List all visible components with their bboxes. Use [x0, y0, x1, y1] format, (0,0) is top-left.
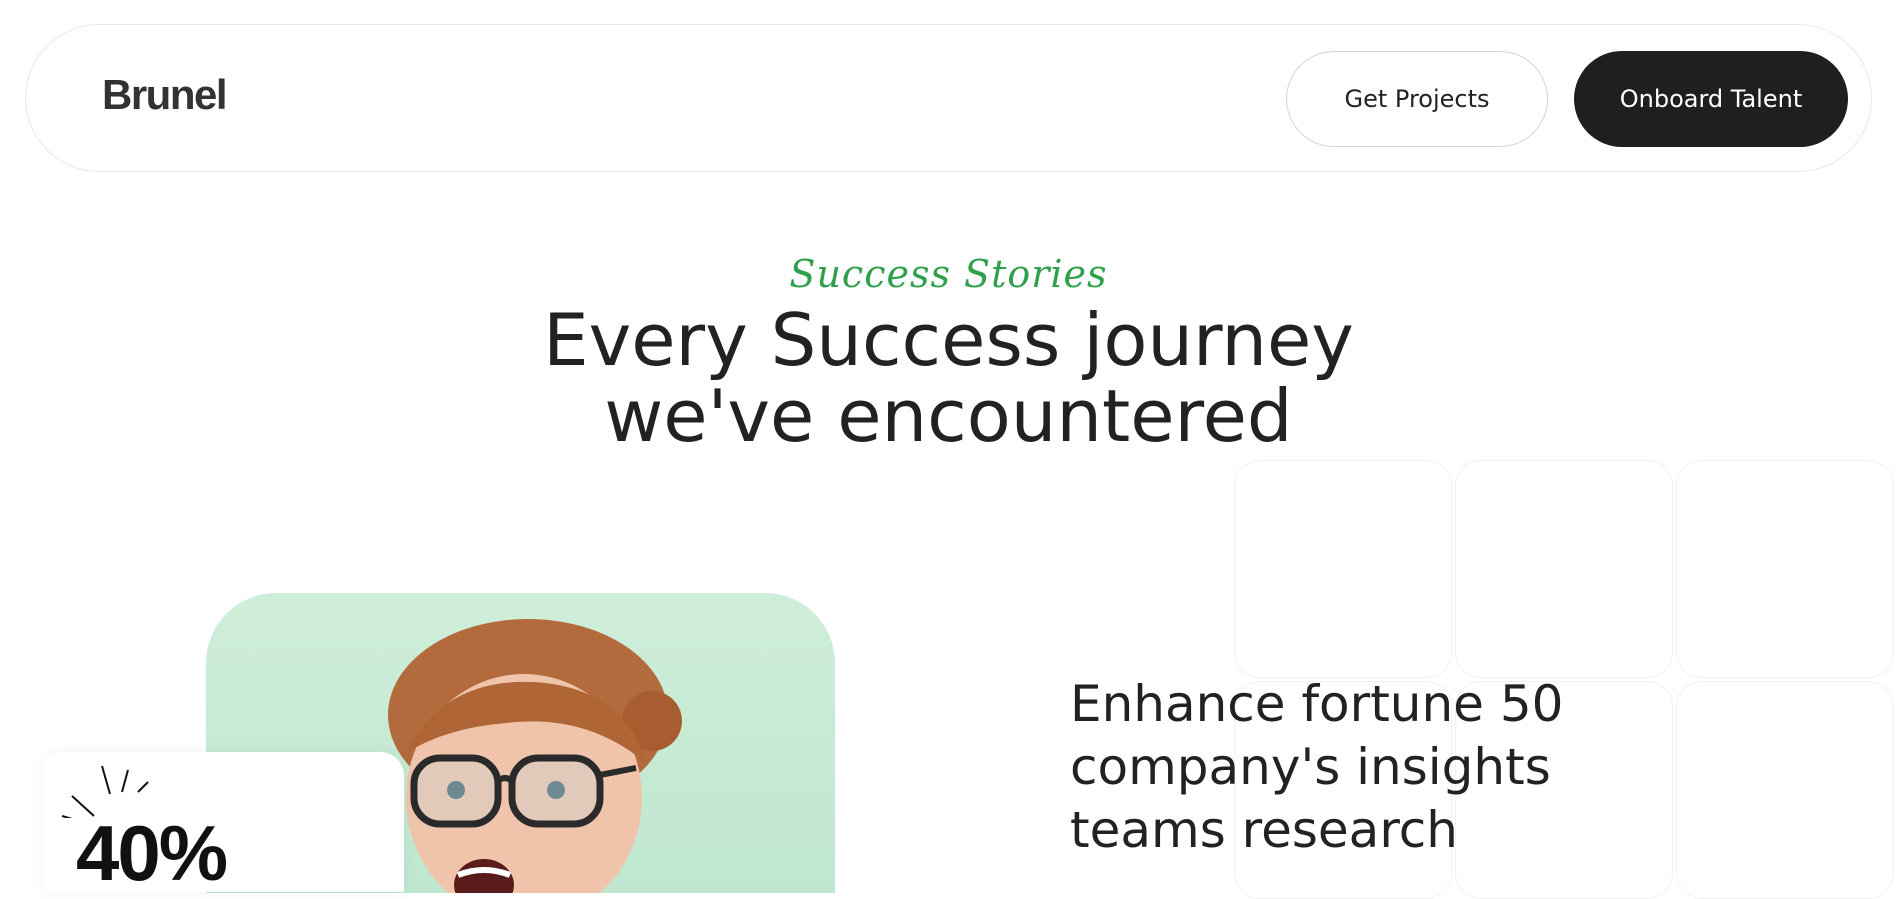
site-header: Brunel Get Projects Onboard Talent: [25, 24, 1872, 172]
decorative-tile: [1676, 460, 1894, 678]
story-title-line-3: teams research: [1070, 801, 1458, 859]
section-headline: Every Success journey we've encountered: [0, 302, 1897, 454]
headline-line-1: Every Success journey: [543, 298, 1354, 382]
story-title-line-1: Enhance fortune 50: [1070, 675, 1564, 733]
decorative-tile: [1676, 681, 1894, 899]
decorative-tile: [1234, 460, 1452, 678]
story-title-line-2: company's insights: [1070, 738, 1551, 796]
stat-card: 40%: [44, 752, 404, 897]
brunel-logo[interactable]: Brunel: [102, 71, 228, 119]
decorative-tile: [1455, 460, 1673, 678]
get-projects-button[interactable]: Get Projects: [1286, 51, 1548, 147]
headline-line-2: we've encountered: [604, 374, 1293, 458]
onboard-talent-button[interactable]: Onboard Talent: [1574, 51, 1848, 147]
section-eyebrow: Success Stories: [789, 252, 1108, 296]
story-title: Enhance fortune 50 company's insights te…: [1070, 673, 1630, 862]
stat-value: 40%: [76, 809, 228, 897]
